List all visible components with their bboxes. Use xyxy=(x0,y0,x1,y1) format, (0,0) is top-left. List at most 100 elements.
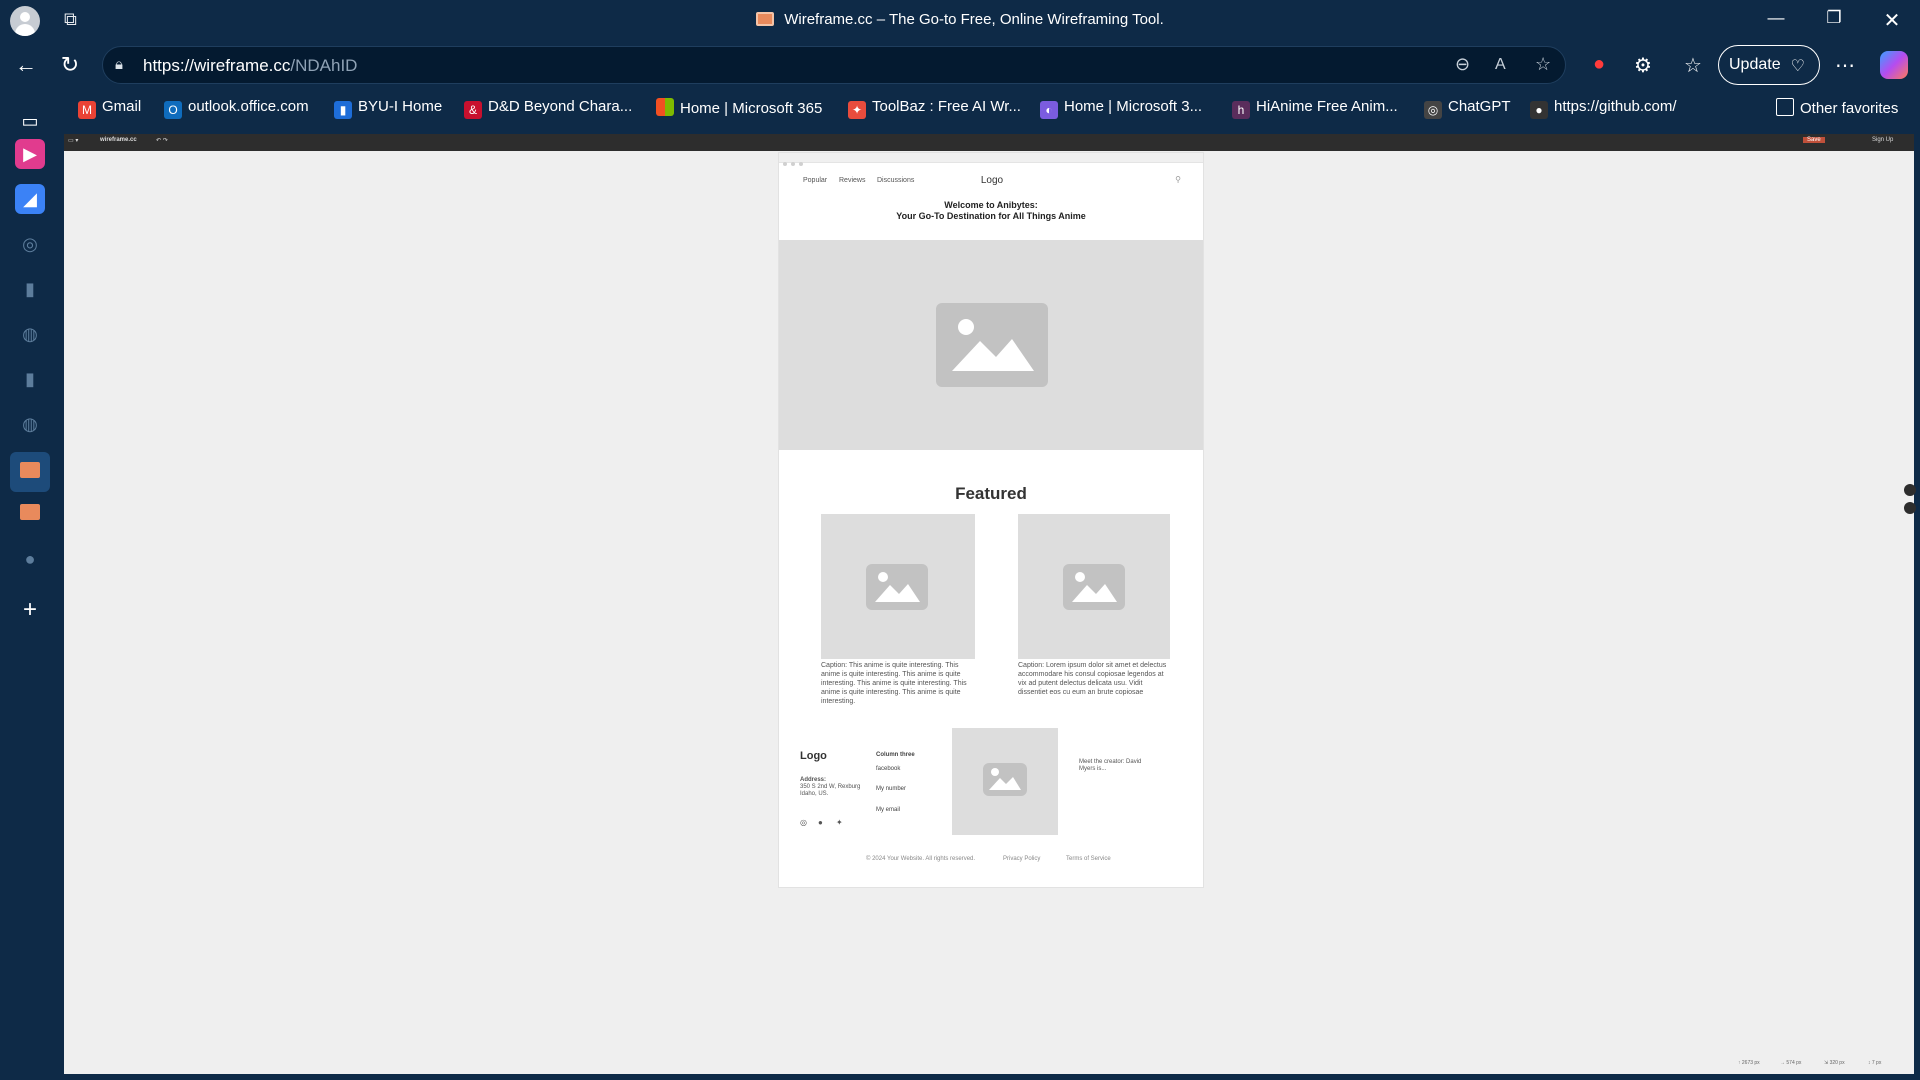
close-button[interactable]: ✕ xyxy=(1878,8,1906,32)
sidebar-tab-wireframe[interactable] xyxy=(15,499,45,529)
favorite-m365[interactable]: ◐ Home | Microsoft 3... xyxy=(1040,98,1202,119)
undo-icon[interactable]: ↶ ↷ xyxy=(156,137,168,144)
wf-footer-logo: Logo xyxy=(800,750,827,762)
wf-welcome: Welcome to Anibytes: Your Go-To Destinat… xyxy=(779,200,1203,222)
lock-icon[interactable]: 🔒︎ xyxy=(115,56,123,73)
instagram-icon[interactable]: ◎ xyxy=(800,818,807,827)
save-button[interactable]: Save xyxy=(1803,137,1825,143)
wireframe-canvas[interactable]: Popular Reviews Discussions Logo ⚲ Welco… xyxy=(778,152,1204,888)
sidebar-tab-wireframe-active[interactable] xyxy=(10,452,50,492)
signup-link[interactable]: Sign Up xyxy=(1872,137,1893,143)
wf-welcome-line1: Welcome to Anibytes: xyxy=(944,200,1038,210)
favorite-byui[interactable]: ▮ BYU-I Home xyxy=(334,98,442,119)
wf-card-image-1[interactable] xyxy=(821,514,975,659)
address-bar[interactable]: 🔒︎ https://wireframe.cc/NDAhID ⊖ A ☆ xyxy=(102,46,1566,84)
favorite-star-icon[interactable]: ☆ xyxy=(1535,54,1551,75)
sidebar-tab-media[interactable]: ▶ xyxy=(15,139,45,169)
refresh-button[interactable]: ↻ xyxy=(56,52,84,78)
address-bar-row: ← ↻ 🔒︎ https://wireframe.cc/NDAhID ⊖ A ☆… xyxy=(0,44,1920,86)
read-aloud-icon[interactable]: A xyxy=(1495,56,1506,74)
favorite-toolbaz[interactable]: ✦ ToolBaz : Free AI Wr... xyxy=(848,98,1021,119)
extension-icon[interactable]: ● xyxy=(1586,53,1612,76)
gmail-icon: M xyxy=(78,101,96,119)
favorite-github[interactable]: ● https://github.com/ xyxy=(1530,98,1677,119)
hianime-icon: h xyxy=(1232,101,1250,119)
image-placeholder-icon xyxy=(936,303,1048,387)
sidebar-tab-editor[interactable]: ◢ xyxy=(15,184,45,214)
favorite-gmail[interactable]: M Gmail xyxy=(78,98,141,119)
favorites-bar: M Gmail Ooutlook.office.com ▮ BYU-I Home &… xyxy=(60,92,1920,126)
status-x: ⇲ 320 px xyxy=(1824,1060,1845,1066)
wf-logo: Logo xyxy=(980,175,1004,186)
favorite-hianime[interactable]: h HiAnime Free Anim... xyxy=(1232,98,1398,119)
other-favorites[interactable]: Other favorites xyxy=(1776,98,1898,117)
minimize-button[interactable]: — xyxy=(1762,8,1790,32)
sidebar-tab-settings[interactable]: ◎ xyxy=(15,229,45,259)
copilot-icon[interactable] xyxy=(1880,51,1908,79)
wf-link-email[interactable]: My email xyxy=(876,807,900,813)
wf-footer-image[interactable] xyxy=(952,728,1058,835)
wf-link-facebook[interactable]: facebook xyxy=(876,766,900,772)
vertical-tabs-sidebar: ▭ ▶ ◢ ◎ ▮ ◍ ▮ ◍ ● + xyxy=(0,92,62,1080)
sidebar-tab-web[interactable]: ◍ xyxy=(15,319,45,349)
restore-button[interactable]: ❐ xyxy=(1820,8,1848,32)
tab-actions-icon[interactable]: ▭ xyxy=(15,106,45,136)
image-placeholder-icon xyxy=(1063,564,1125,610)
favorites-icon[interactable]: ☆ xyxy=(1680,53,1706,78)
wireframe-favicon-icon xyxy=(756,12,775,26)
outlook-icon: O xyxy=(164,101,182,119)
zoom-out-icon[interactable]: ⊖ xyxy=(1455,54,1470,75)
wf-address-label: Address: xyxy=(800,777,827,783)
wf-caption-2: Caption: Lorem ipsum dolor sit amet et d… xyxy=(1018,662,1167,696)
facebook-icon[interactable]: ● xyxy=(818,818,823,827)
sidebar-tab-byui[interactable]: ▮ xyxy=(15,274,45,304)
dndbeyond-icon: & xyxy=(464,101,482,119)
wf-terms-link[interactable]: Terms of Service xyxy=(1066,856,1111,862)
microsoft-icon xyxy=(656,98,674,116)
byui-icon: ▮ xyxy=(334,101,352,119)
back-button[interactable]: ← xyxy=(12,52,40,78)
status-height: ↑ 2673 px xyxy=(1738,1060,1760,1066)
help-icon[interactable] xyxy=(1904,502,1916,514)
status-width: → 574 px xyxy=(1780,1060,1802,1066)
twitter-icon[interactable]: ✦ xyxy=(836,818,843,827)
url-text[interactable]: https://wireframe.cc/NDAhID xyxy=(143,56,357,76)
app-brand[interactable]: wireframe.cc xyxy=(100,137,137,143)
wf-card-image-2[interactable] xyxy=(1018,514,1170,659)
window-title: Wireframe.cc – The Go-to Free, Online Wi… xyxy=(0,11,1920,28)
chatgpt-icon: ◎ xyxy=(1424,101,1442,119)
folder-icon xyxy=(1776,98,1794,116)
image-placeholder-icon xyxy=(983,763,1027,796)
m365-icon: ◐ xyxy=(1040,101,1058,119)
wf-search-icon[interactable]: ⚲ xyxy=(1175,175,1181,184)
wf-welcome-line2: Your Go-To Destination for All Things An… xyxy=(896,211,1086,221)
favorite-dndbeyond[interactable]: & D&D Beyond Chara... xyxy=(464,98,632,119)
wf-hero-image[interactable] xyxy=(779,240,1203,450)
sidebar-tab-byui-2[interactable]: ▮ xyxy=(15,364,45,394)
wf-navbar: Popular Reviews Discussions Logo ⚲ xyxy=(779,163,1203,197)
favorite-chatgpt[interactable]: ◎ ChatGPT xyxy=(1424,98,1511,119)
more-menu-icon[interactable]: ⋯ xyxy=(1832,53,1858,78)
title-bar: ⧉ Wireframe.cc – The Go-to Free, Online … xyxy=(0,0,1920,42)
wireframe-app-toolbar: ▭ ▾ wireframe.cc ↶ ↷ Save Sign Up xyxy=(64,134,1914,151)
favorite-microsoft365[interactable]: Home | Microsoft 365 xyxy=(656,98,822,117)
wf-copyright: © 2024 Your Website. All rights reserved… xyxy=(866,856,976,862)
favorite-outlook[interactable]: Ooutlook.office.com xyxy=(164,98,309,119)
toolbaz-icon: ✦ xyxy=(848,101,866,119)
status-y: ↕ 7 px xyxy=(1868,1060,1882,1066)
sidebar-tab-web-2[interactable]: ◍ xyxy=(15,409,45,439)
image-placeholder-icon xyxy=(866,564,928,610)
update-button[interactable]: Update ♡ xyxy=(1718,45,1820,85)
page-menu-icon[interactable]: ▭ ▾ xyxy=(68,137,78,144)
page-viewport: ▭ ▾ wireframe.cc ↶ ↷ Save Sign Up Popula… xyxy=(64,134,1916,1074)
browser-frame-bar xyxy=(779,153,1203,166)
sidebar-tab-github[interactable]: ● xyxy=(15,544,45,574)
wf-featured-heading: Featured xyxy=(955,484,1027,503)
extensions-icon[interactable]: ⚙ xyxy=(1630,53,1656,78)
wf-caption-1: Caption: This anime is quite interesting… xyxy=(821,662,967,705)
wf-link-number[interactable]: My number xyxy=(876,786,906,792)
github-icon: ● xyxy=(1530,101,1548,119)
settings-icon[interactable] xyxy=(1904,484,1916,496)
wf-privacy-link[interactable]: Privacy Policy xyxy=(1003,856,1040,862)
new-tab-button[interactable]: + xyxy=(15,595,45,625)
